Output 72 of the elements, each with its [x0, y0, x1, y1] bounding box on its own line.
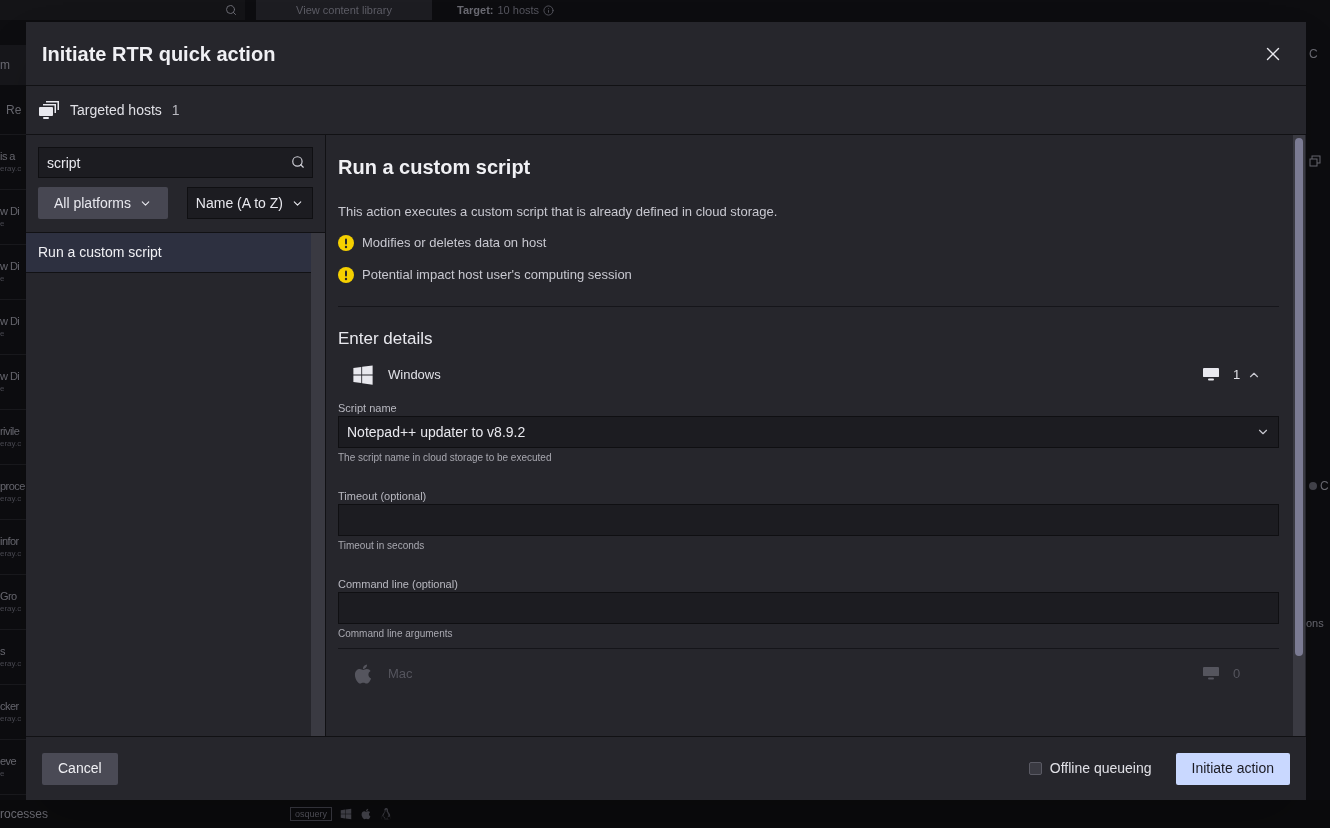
row-subtitle: eray.c: [0, 493, 23, 504]
filter-text: m: [0, 57, 10, 74]
row-subtitle: eray.c: [0, 603, 23, 614]
apple-icon: [360, 808, 373, 820]
row-title: proce: [0, 480, 26, 494]
script-select[interactable]: Notepad++ updater to v8.9.2: [338, 416, 1279, 448]
warning-icon: [338, 267, 354, 283]
linux-icon: [380, 808, 393, 820]
row-title: s: [0, 645, 6, 659]
window-icon: [1309, 155, 1321, 167]
help-text: Timeout in seconds: [338, 539, 426, 552]
row-title: cker: [0, 700, 20, 714]
offline-checkbox[interactable]: [1028, 762, 1042, 775]
checkbox-label: Offline queueing: [1049, 759, 1152, 778]
sort-dropdown[interactable]: Name (A to Z): [186, 187, 313, 219]
modal-title: Initiate RTR quick action: [42, 41, 276, 67]
windows-icon: [340, 808, 353, 820]
monitor-icon: [1203, 368, 1219, 382]
warning-text: Potential impact host user's computing session: [362, 266, 632, 285]
targeted-hosts-count: 1: [171, 100, 180, 120]
section-heading: Enter details: [338, 328, 434, 348]
row-title: is a: [0, 150, 17, 164]
search-icon: [291, 155, 305, 169]
info-icon: [543, 4, 555, 16]
row-subtitle: eray.c: [0, 713, 23, 724]
help-text: Command line arguments: [338, 627, 454, 640]
search-icon: [225, 4, 237, 16]
description-text: This action executes a custom script that is already defined in cloud storage.: [338, 203, 779, 220]
cancel-button[interactable]: Cancel: [42, 752, 118, 785]
platform-header[interactable]: Windows 1: [338, 350, 1279, 400]
row-title: w Di: [0, 260, 21, 274]
row-title: eve: [0, 755, 18, 769]
row-subtitle: eray.c: [0, 548, 23, 559]
field-label: Script name: [338, 401, 398, 416]
row-title: rocesses: [0, 806, 50, 823]
search-field[interactable]: [0, 0, 245, 20]
osquery-badge: osquery: [290, 807, 333, 821]
action-item[interactable]: Run a custom script: [26, 233, 311, 273]
scrollbar-thumb[interactable]: [1295, 138, 1303, 656]
platform-name: Windows: [388, 366, 441, 385]
row-subtitle: eray.c: [0, 438, 23, 449]
row-title: rivile: [0, 425, 21, 439]
row-subtitle: eray.c: [0, 658, 23, 669]
input-field[interactable]: [338, 592, 1279, 624]
field-label: Timeout (optional): [338, 489, 428, 504]
row-title: w Di: [0, 370, 21, 384]
input-field[interactable]: [338, 504, 1279, 536]
targeted-hosts-label: Targeted hosts: [70, 100, 162, 120]
target-value: 10 hosts: [497, 2, 540, 18]
row-title: w Di: [0, 205, 21, 219]
field-label: Command line (optional): [338, 577, 459, 592]
warning-text: Modifies or deletes data on host: [362, 234, 547, 253]
fragment-text: C: [1320, 478, 1329, 495]
host-count: 1: [1233, 366, 1242, 385]
monitors-icon: [38, 100, 60, 120]
detail-title: Run a custom script: [338, 155, 532, 178]
monitor-icon: [1203, 667, 1219, 681]
column-header: Re: [6, 101, 22, 119]
platform-filter[interactable]: All platforms: [38, 187, 169, 219]
fragment-text: C: [1309, 46, 1319, 63]
help-text: The script name in cloud storage to be executed: [338, 451, 553, 464]
warning-icon: [338, 235, 354, 251]
initiate-action-button[interactable]: Initiate action: [1175, 752, 1290, 785]
windows-icon: [352, 364, 374, 386]
search-field[interactable]: script: [38, 147, 313, 178]
row-title: infor: [0, 535, 20, 549]
row-title: w Di: [0, 315, 21, 329]
row-subtitle: eray.c: [0, 163, 23, 174]
target-label: Target:: [457, 2, 494, 18]
row-title: Gro: [0, 590, 18, 604]
fragment-text: ons: [1306, 616, 1325, 631]
apple-icon: [352, 663, 374, 685]
